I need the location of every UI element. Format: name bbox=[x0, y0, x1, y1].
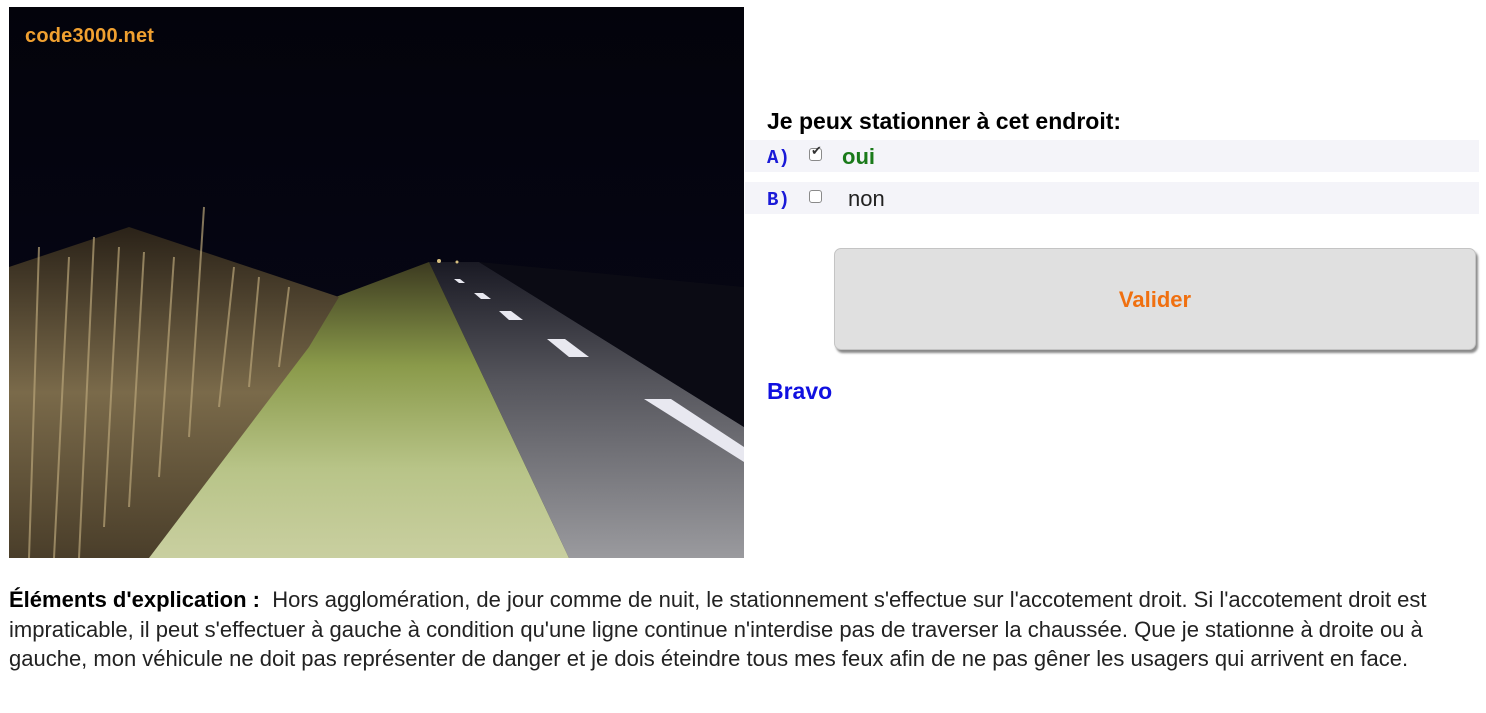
explanation-label: Éléments d'explication : bbox=[9, 587, 260, 612]
explanation-paragraph: Éléments d'explication : Hors agglomérat… bbox=[9, 585, 1479, 674]
night-road-image bbox=[9, 7, 744, 558]
night-road-photo: code3000.net bbox=[9, 7, 744, 558]
answer-text-b: non bbox=[848, 186, 885, 211]
answer-letter-a: A) bbox=[767, 147, 790, 169]
watermark-logo: code3000.net bbox=[25, 25, 155, 47]
answer-b-checkbox[interactable] bbox=[809, 190, 822, 203]
answer-option-b[interactable]: B) non bbox=[745, 182, 1479, 214]
answer-a-checkbox[interactable]: ✔ bbox=[809, 144, 822, 161]
checkmark-icon: ✔ bbox=[811, 143, 822, 158]
validate-button[interactable]: Valider bbox=[834, 248, 1476, 350]
answer-letter-b: B) bbox=[767, 189, 790, 211]
answer-option-a[interactable]: A) ✔ oui bbox=[745, 140, 1479, 172]
question-text: Je peux stationner à cet endroit: bbox=[767, 108, 1122, 134]
feedback-message: Bravo bbox=[767, 378, 833, 404]
answer-text-a: oui bbox=[842, 144, 875, 169]
